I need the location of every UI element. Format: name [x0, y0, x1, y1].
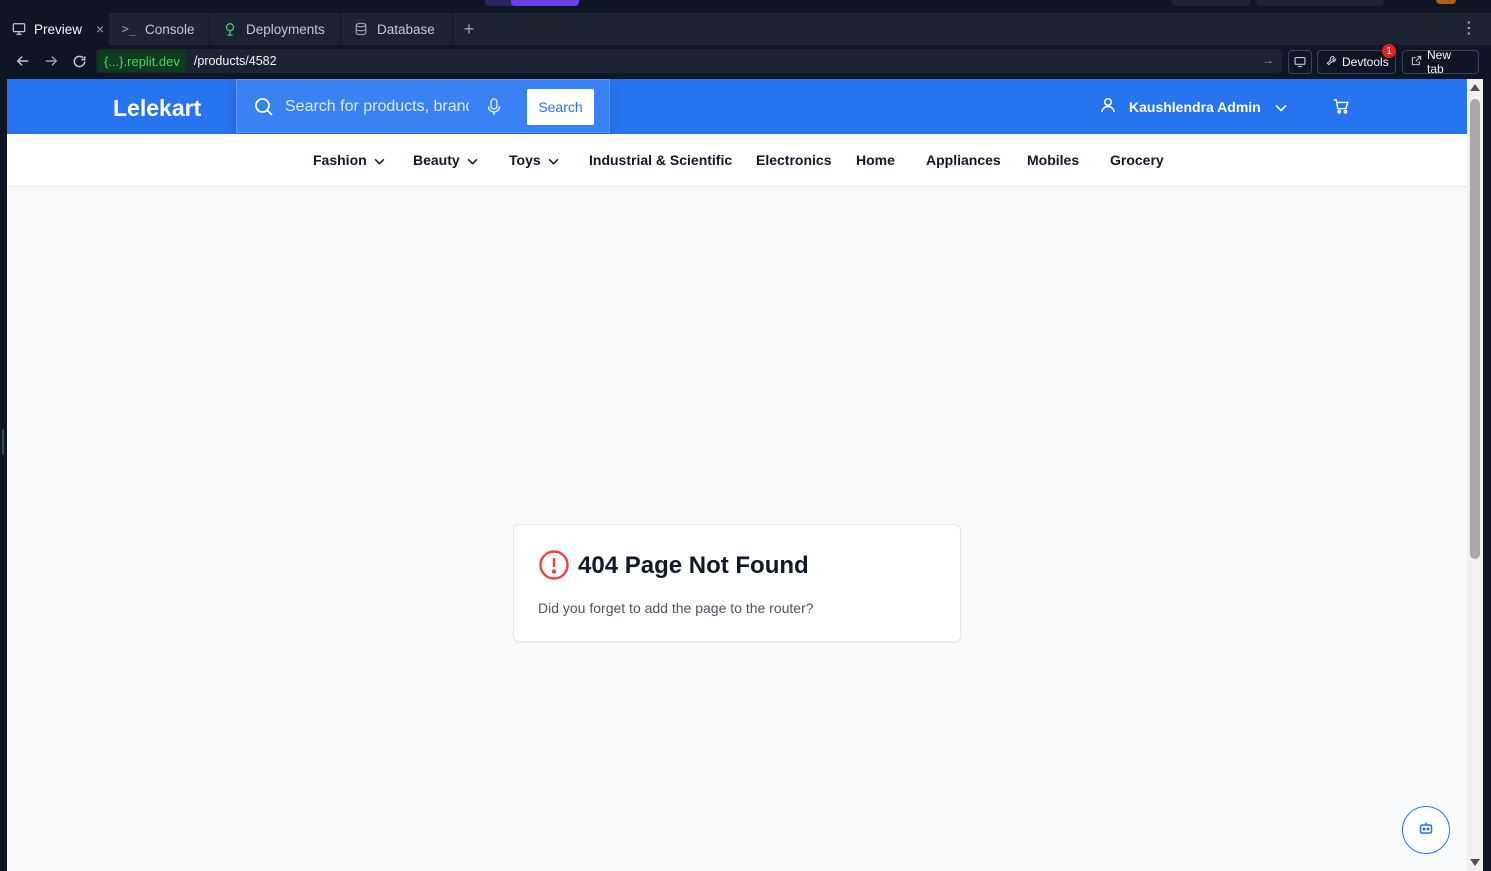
tab-label: Deployments [246, 21, 325, 37]
site-header: Lelekart Search Kaushlendra Admin [7, 79, 1467, 134]
devtools-button[interactable]: Devtools 1 [1317, 44, 1396, 74]
nav-item-electronics[interactable]: Electronics [756, 152, 831, 168]
forward-icon[interactable] [37, 47, 65, 75]
new-tab-label: New tab [1427, 48, 1452, 76]
devtools-label: Devtools [1342, 55, 1389, 69]
avatar[interactable] [1436, 0, 1456, 4]
url-domain: {...}.replit.dev [98, 50, 186, 72]
resize-handle[interactable] [2, 429, 4, 455]
search-bar: Search [236, 79, 610, 133]
url-path: /products/4582 [193, 54, 277, 68]
nav-item-label: Industrial & Scientific [589, 152, 733, 168]
responsive-toggle-button[interactable] [1288, 50, 1312, 74]
nav-item-label: Toys [509, 152, 541, 168]
account-menu[interactable]: Kaushlendra Admin [1101, 97, 1287, 116]
alert-circle-icon [538, 549, 570, 586]
address-bar: {...}.replit.dev /products/4582 → Devtoo… [0, 44, 1491, 78]
search-icon [254, 97, 274, 122]
go-arrow-icon[interactable]: → [1262, 53, 1274, 67]
nav-item-appliances[interactable]: Appliances [926, 152, 1001, 168]
chevron-down-icon [1275, 99, 1287, 115]
nav-item-beauty[interactable]: Beauty [413, 152, 478, 168]
site-logo[interactable]: Lelekart [113, 95, 201, 122]
add-tab-button[interactable]: + [453, 13, 485, 45]
nav-item-mobiles[interactable]: Mobiles [1027, 152, 1079, 168]
tab-deployments[interactable]: Deployments [210, 13, 341, 45]
top-strip-button[interactable] [1172, 0, 1250, 6]
scrollbar[interactable] [1467, 79, 1483, 871]
error-card: 404 Page Not Found Did you forget to add… [513, 524, 961, 642]
bot-icon [1418, 820, 1434, 841]
nav-item-label: Appliances [926, 152, 1001, 168]
chatbot-button[interactable] [1402, 806, 1450, 854]
external-link-icon [1411, 55, 1422, 69]
error-title: 404 Page Not Found [578, 552, 809, 579]
monitor-icon [12, 21, 26, 37]
nav-item-label: Grocery [1110, 152, 1164, 168]
category-nav: Fashion Beauty Toys Industrial & Scienti… [7, 134, 1467, 187]
top-strip-active-tab[interactable] [511, 0, 579, 6]
nav-item-toys[interactable]: Toys [509, 152, 559, 168]
workspace-top-strip [0, 0, 1491, 13]
url-field[interactable]: {...}.replit.dev /products/4582 → [96, 49, 1282, 73]
tab-preview[interactable]: Preview × [0, 13, 109, 45]
cart-icon[interactable] [1333, 98, 1349, 119]
nav-item-label: Beauty [413, 152, 460, 168]
wrench-icon [1326, 55, 1337, 69]
microphone-icon[interactable] [487, 98, 501, 121]
reload-icon[interactable] [65, 47, 93, 75]
scroll-up-icon[interactable] [1470, 84, 1480, 91]
nav-item-label: Electronics [756, 152, 832, 168]
nav-item-home[interactable]: Home [856, 152, 895, 168]
preview-frame: Lelekart Search Kaushlendra Admin [7, 79, 1467, 871]
scroll-down-icon[interactable] [1470, 859, 1480, 866]
user-name: Kaushlendra Admin [1129, 98, 1261, 115]
tab-database[interactable]: Database [341, 13, 453, 45]
terminal-icon: >_ [121, 22, 137, 36]
workspace-tab-bar: Preview × >_ Console Deployments Databas… [0, 13, 1491, 45]
close-icon[interactable]: × [96, 21, 104, 37]
nav-item-industrial[interactable]: Industrial & Scientific [589, 152, 732, 168]
tab-console[interactable]: >_ Console [109, 13, 210, 45]
back-icon[interactable] [9, 47, 37, 75]
chevron-down-icon [467, 152, 478, 168]
nav-item-fashion[interactable]: Fashion [313, 152, 385, 168]
nav-item-label: Mobiles [1027, 152, 1080, 168]
tab-label: Console [145, 21, 195, 37]
more-menu-icon[interactable]: ⋮ [1461, 21, 1477, 37]
panel-edge [0, 79, 7, 871]
scroll-thumb[interactable] [1470, 99, 1480, 559]
search-button[interactable]: Search [527, 89, 594, 125]
notification-badge: 1 [1382, 44, 1396, 58]
top-strip-button[interactable] [1256, 0, 1384, 6]
chevron-down-icon [374, 152, 385, 168]
nav-item-grocery[interactable]: Grocery [1110, 152, 1164, 168]
panel-edge [1483, 79, 1491, 871]
new-tab-button[interactable]: New tab [1402, 48, 1479, 76]
tab-label: Database [377, 21, 435, 37]
deploy-icon [222, 21, 238, 37]
nav-item-label: Fashion [313, 152, 367, 168]
chevron-down-icon [548, 152, 559, 168]
tab-label: Preview [34, 21, 83, 37]
user-icon [1101, 97, 1115, 116]
nav-item-label: Home [856, 152, 895, 168]
database-icon [353, 21, 369, 37]
search-input[interactable] [285, 96, 469, 118]
error-message: Did you forget to add the page to the ro… [538, 600, 814, 616]
